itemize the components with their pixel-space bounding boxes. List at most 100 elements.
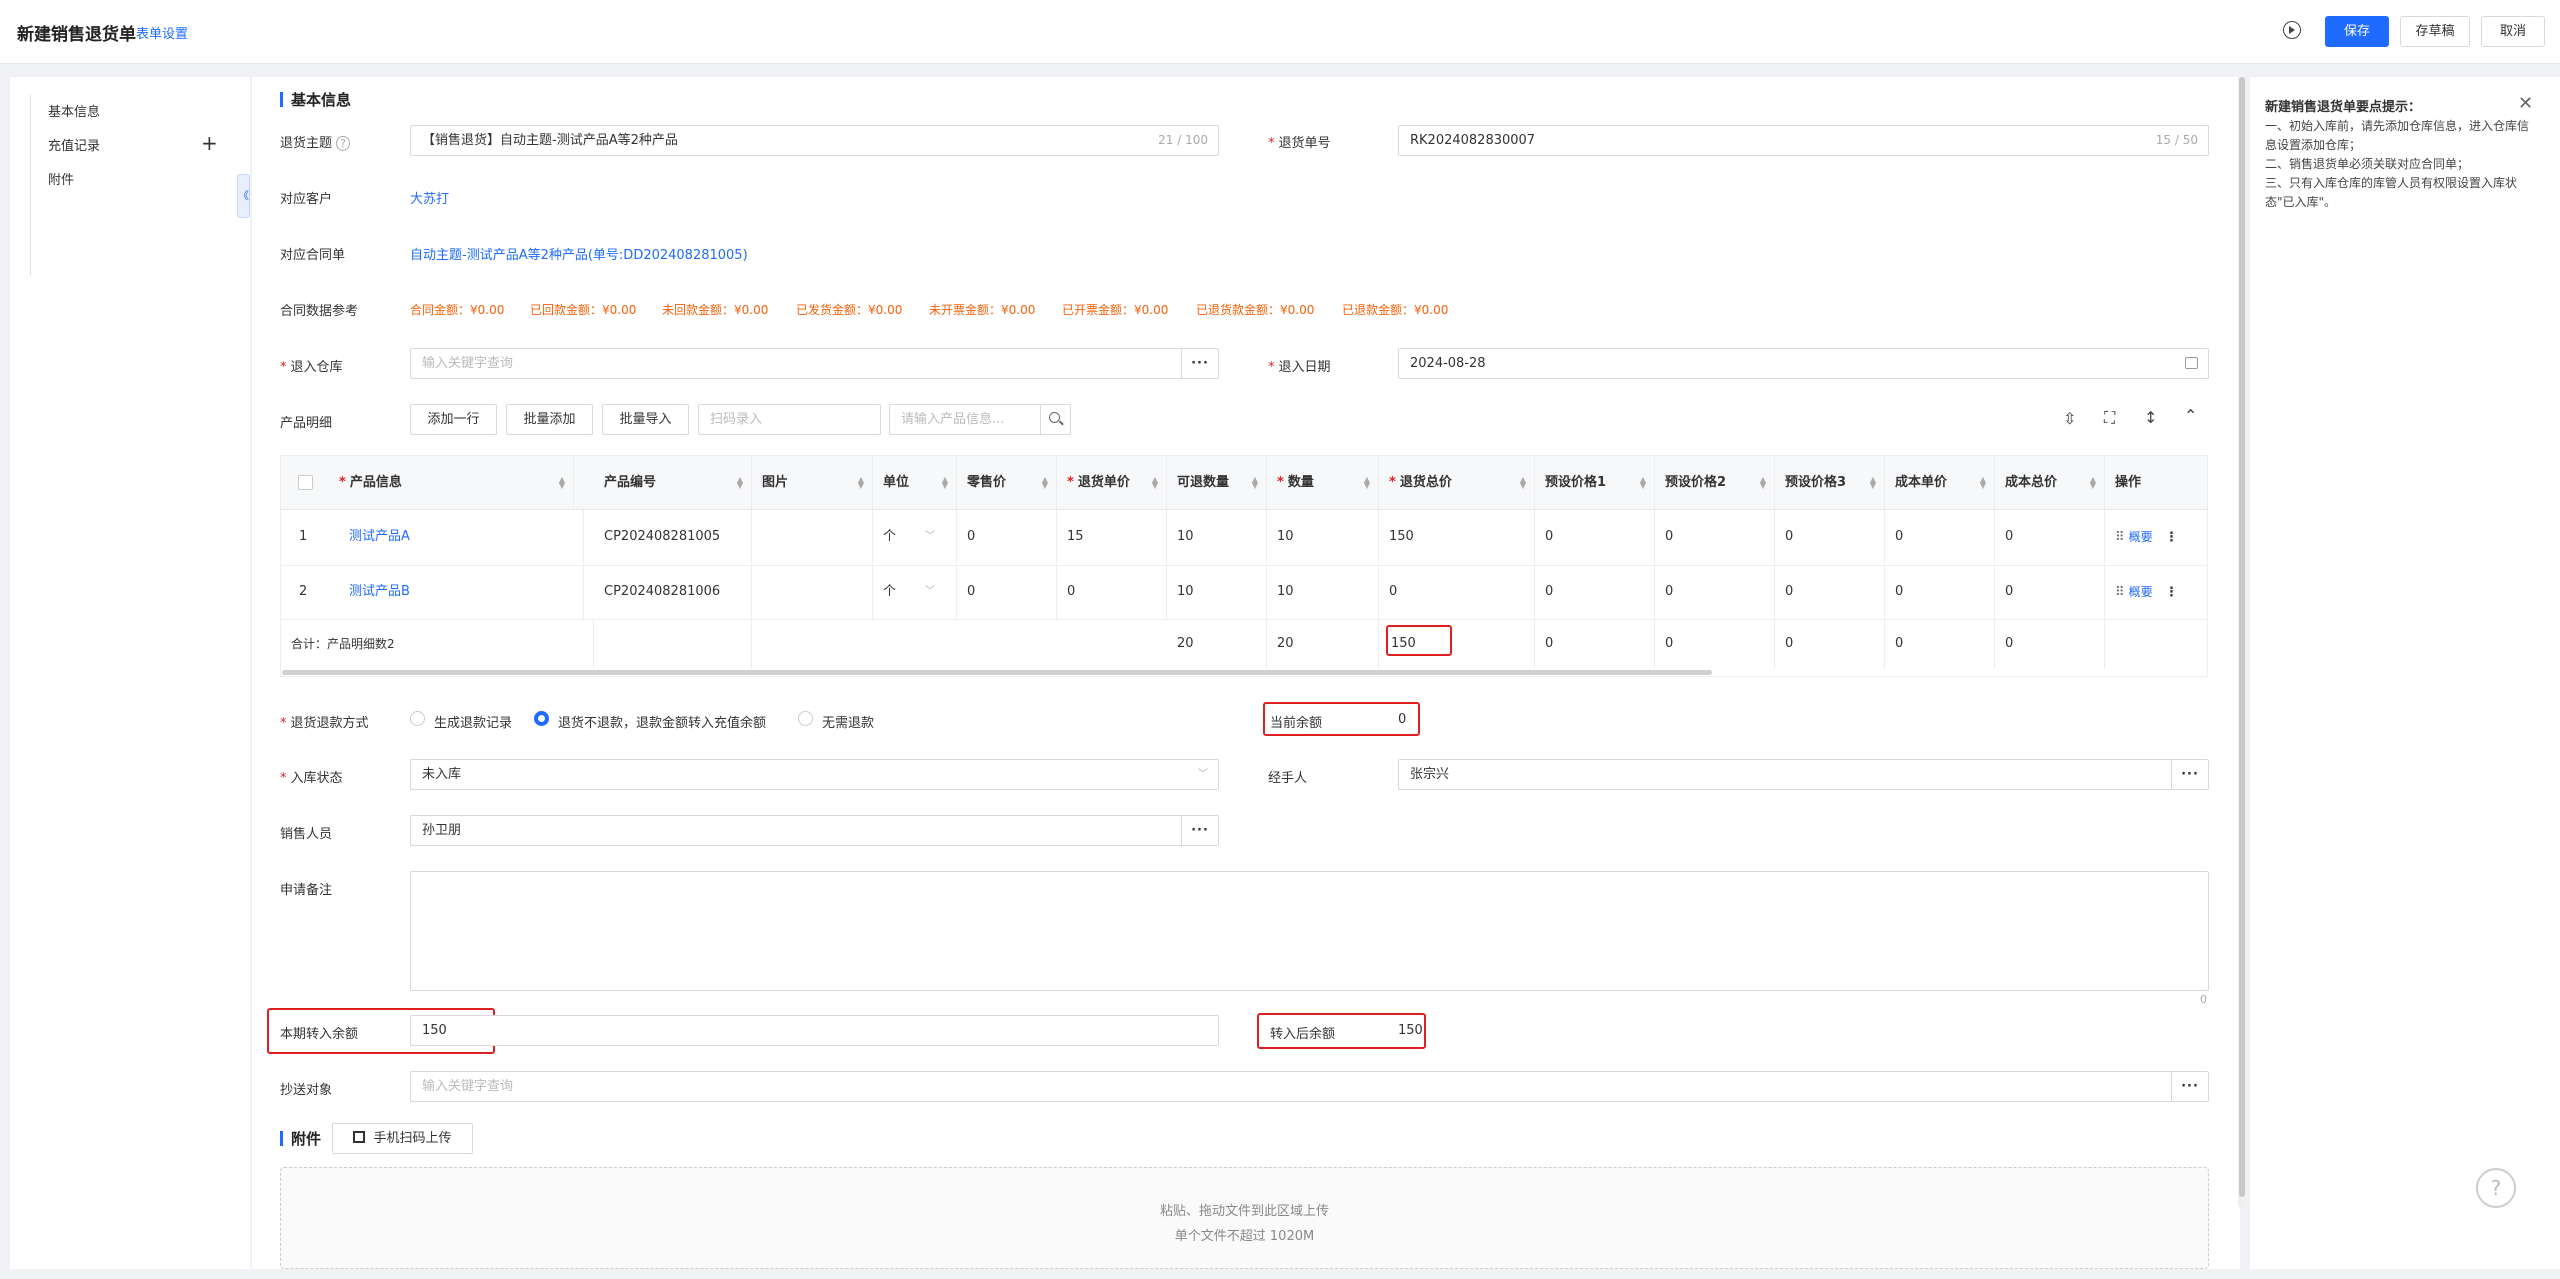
preset-price-2: 0: [1655, 565, 1775, 619]
cc-input[interactable]: 输入关键字查询 ···: [410, 1071, 2209, 1102]
col-preset-price-2[interactable]: 预设价格2 ▲ ▼: [1655, 456, 1775, 510]
unit-select[interactable]: 个 ﹀: [873, 565, 957, 619]
transfer-label: 本期转入余额: [280, 1027, 359, 1042]
retail-price[interactable]: 0: [957, 510, 1057, 564]
unit-select[interactable]: 个 ﹀: [873, 510, 957, 564]
collapse-up-icon[interactable]: ⌃: [2184, 406, 2197, 425]
main-scrollbar[interactable]: [2238, 77, 2246, 1207]
upload-dropzone[interactable]: 粘贴、拖动文件到此区域上传 单个文件不超过 1020M: [280, 1167, 2209, 1269]
summary-preset-3: 0: [1775, 619, 1885, 669]
return-total[interactable]: 150: [1379, 510, 1535, 564]
col-unit[interactable]: 单位 ▲ ▼: [873, 456, 957, 510]
search-icon[interactable]: [1040, 405, 1070, 434]
summary-link[interactable]: 概要: [2129, 585, 2153, 599]
qty[interactable]: 10: [1267, 565, 1379, 619]
col-product-info[interactable]: 产品信息▲▼: [329, 456, 574, 510]
customer-link[interactable]: 大苏打: [410, 188, 449, 207]
col-preset-price-1[interactable]: 预设价格1 ▲ ▼: [1535, 456, 1655, 510]
drag-handle-icon[interactable]: ⠿: [2115, 530, 2125, 545]
refund-option-balance[interactable]: 退货不退款，退款金额转入充值余额: [558, 712, 766, 731]
refund-option-none[interactable]: 无需退款: [822, 712, 874, 731]
warehouse-input[interactable]: 输入关键字查询 ···: [410, 348, 1219, 379]
col-return-total[interactable]: 退货总价▲▼: [1379, 456, 1535, 510]
drag-handle-icon[interactable]: ⠿: [2115, 585, 2125, 600]
row-actions: ⠿ 概要 ⋮: [2105, 565, 2205, 619]
retail-price[interactable]: 0: [957, 565, 1057, 619]
nav-item-basic[interactable]: 基本信息: [48, 101, 100, 120]
sales-input[interactable]: 孙卫朋 ···: [410, 815, 1219, 846]
row-index: 2: [299, 584, 308, 599]
col-preset-price-3[interactable]: 预设价格3 ▲ ▼: [1775, 456, 1885, 510]
collapse-nav-button[interactable]: 《: [237, 174, 250, 218]
col-available-qty[interactable]: 可退数量 ▲ ▼: [1167, 456, 1267, 510]
scan-input[interactable]: 扫码录入: [698, 404, 881, 435]
help-icon[interactable]: ?: [2476, 1168, 2516, 1208]
status-label: 入库状态: [280, 767, 343, 786]
plus-icon[interactable]: +: [201, 133, 218, 153]
handler-input[interactable]: 张宗兴 ···: [1398, 759, 2209, 790]
expand-vertical-icon[interactable]: ↕: [2144, 408, 2157, 427]
date-input[interactable]: 2024-08-28: [1398, 348, 2209, 379]
refund-option-none-radio[interactable]: [798, 711, 813, 726]
summary-preset-1: 0: [1535, 619, 1655, 669]
handler-more-button[interactable]: ···: [2171, 760, 2208, 789]
contract-ref-label: 合同数据参考: [280, 304, 359, 319]
after-value: 150: [1398, 1023, 1423, 1038]
batch-add-button[interactable]: 批量添加: [506, 404, 593, 435]
product-search-input[interactable]: 请输入产品信息...: [889, 404, 1071, 435]
sales-more-button[interactable]: ···: [1181, 816, 1218, 845]
col-product-code[interactable]: 产品编号 ▲ ▼: [594, 456, 752, 510]
col-retail[interactable]: 零售价 ▲ ▼: [957, 456, 1057, 510]
col-image[interactable]: 图片 ▲ ▼: [752, 456, 873, 510]
product-name-link[interactable]: 测试产品B: [339, 565, 584, 619]
product-image: [752, 565, 873, 619]
refund-option-balance-radio[interactable]: [534, 711, 549, 726]
cancel-button[interactable]: 取消: [2481, 16, 2545, 47]
mobile-upload-button[interactable]: 手机扫码上传: [332, 1123, 473, 1154]
transfer-input[interactable]: 150: [410, 1015, 1219, 1046]
available-qty: 10: [1167, 510, 1267, 564]
number-input[interactable]: RK2024082830007 15 / 50: [1398, 125, 2209, 156]
page-title: 新建销售退货单: [17, 25, 136, 45]
col-return-price[interactable]: 退货单价▲▼: [1057, 456, 1167, 510]
summary-link[interactable]: 概要: [2129, 530, 2153, 544]
return-price[interactable]: 15: [1057, 510, 1167, 564]
form-settings-link[interactable]: 表单设置: [136, 23, 188, 42]
refund-option-record[interactable]: 生成退款记录: [434, 712, 512, 731]
summary-cost: 0: [1885, 619, 1995, 669]
subject-input[interactable]: 【销售退货】自动主题-测试产品A等2种产品 21 / 100: [410, 125, 1219, 156]
select-all-checkbox[interactable]: [298, 475, 313, 490]
save-draft-button[interactable]: 存草稿: [2400, 16, 2470, 47]
cost-price: 0: [1885, 510, 1995, 564]
fullscreen-icon[interactable]: ⛶: [2104, 408, 2115, 428]
save-button[interactable]: 保存: [2325, 16, 2389, 47]
qty[interactable]: 10: [1267, 510, 1379, 564]
row-actions: ⠿ 概要 ⋮: [2105, 510, 2205, 564]
more-icon[interactable]: ⋮: [2165, 585, 2178, 600]
col-cost-price[interactable]: 成本单价 ▲ ▼: [1885, 456, 1995, 510]
batch-import-button[interactable]: 批量导入: [602, 404, 689, 435]
close-icon[interactable]: ✕: [2518, 93, 2533, 114]
return-price[interactable]: 0: [1057, 565, 1167, 619]
scrollbar-thumb[interactable]: [2239, 77, 2245, 1197]
table-horizontal-scrollbar[interactable]: [282, 670, 1712, 675]
nav-item-attachment[interactable]: 附件: [48, 169, 74, 188]
qr-code-icon: [353, 1131, 366, 1143]
nav-item-recharge[interactable]: 充值记录: [48, 135, 100, 154]
cc-more-button[interactable]: ···: [2171, 1072, 2208, 1101]
remark-textarea[interactable]: [410, 871, 2209, 991]
col-qty[interactable]: 数量▲▼: [1267, 456, 1379, 510]
return-total[interactable]: 0: [1379, 565, 1535, 619]
column-height-icon[interactable]: ⇳: [2063, 409, 2076, 428]
add-row-button[interactable]: 添加一行: [410, 404, 497, 435]
summary-available: 20: [1167, 619, 1267, 669]
refund-option-record-radio[interactable]: [410, 711, 425, 726]
more-icon[interactable]: ⋮: [2165, 530, 2178, 545]
product-name-link[interactable]: 测试产品A: [339, 510, 584, 564]
warehouse-more-button[interactable]: ···: [1181, 349, 1218, 378]
summary-empty: [594, 619, 752, 669]
play-circle-icon[interactable]: [2283, 21, 2301, 39]
contract-link[interactable]: 自动主题-测试产品A等2种产品(单号:DD202408281005): [410, 244, 748, 263]
col-cost-total[interactable]: 成本总价 ▲ ▼: [1995, 456, 2105, 510]
status-select[interactable]: 未入库 ﹀: [410, 759, 1219, 790]
